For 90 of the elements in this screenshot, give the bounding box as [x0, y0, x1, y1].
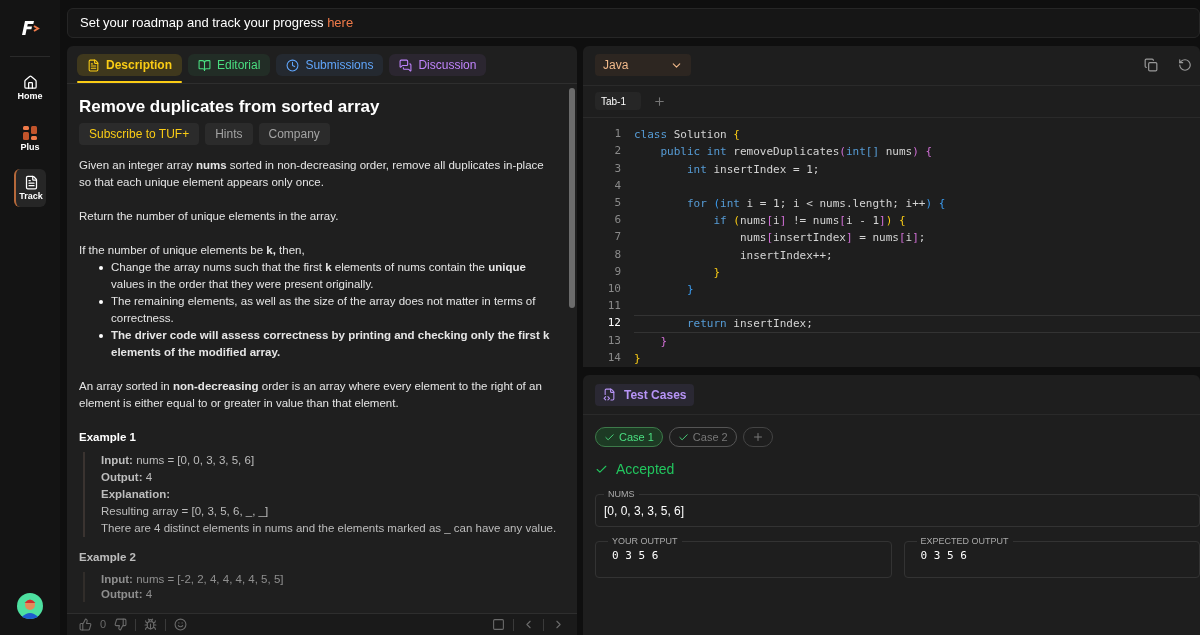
- code-line: }: [685, 283, 694, 296]
- paragraph: If the number of unique elements be k, then,: [79, 243, 306, 259]
- problem-tab[interactable]: Description: [77, 54, 182, 76]
- example-line: Input: nums = [-2, 2, 4, 4, 4, 4, 5, 5]: [101, 572, 285, 588]
- line-number: 12: [606, 315, 621, 332]
- code-line: return insertIndex;: [685, 317, 813, 331]
- thumbs-down-icon[interactable]: [114, 618, 128, 631]
- example-title: Example 1: [79, 430, 137, 446]
- line-number: 11: [606, 298, 621, 315]
- code-line: class Solution {: [634, 128, 740, 142]
- file-icon: [603, 388, 616, 401]
- example-line: Resulting array = [0, 3, 5, 6, _, _]: [101, 504, 270, 520]
- output-label: YOUR OUTPUT: [611, 534, 679, 548]
- code-line: public int removeDuplicates(int[] nums) {: [659, 145, 933, 159]
- test-cases-tab[interactable]: Test Cases: [595, 383, 695, 406]
- avatar[interactable]: [17, 593, 43, 619]
- copy-icon[interactable]: [1144, 58, 1158, 73]
- line-number: 5: [613, 194, 621, 211]
- sidebar-item[interactable]: Home: [14, 69, 46, 107]
- line-number: 14: [606, 349, 621, 366]
- blocks-icon: [22, 124, 38, 141]
- tag-button[interactable]: Company: [258, 123, 330, 146]
- line-number: 7: [613, 229, 621, 246]
- example-line: Output: 4: [101, 470, 154, 486]
- example-title: Example 2: [79, 550, 137, 566]
- document-icon: [87, 58, 100, 72]
- line-number: 10: [606, 281, 621, 297]
- example-line: Explanation:: [101, 487, 171, 503]
- scrollbar-thumb[interactable]: [569, 88, 575, 308]
- verdict-text: Accepted: [616, 460, 675, 479]
- square-icon[interactable]: [492, 618, 505, 631]
- add-tab-icon[interactable]: [653, 94, 666, 108]
- subscribe-button[interactable]: Subscribe to TUF+: [79, 123, 200, 146]
- check-icon: [677, 431, 689, 443]
- tag-button[interactable]: Hints: [205, 123, 253, 146]
- banner-text: Set your roadmap and track your progress: [80, 14, 325, 33]
- like-count: 0: [100, 617, 107, 633]
- sidebar-item[interactable]: Track: [14, 169, 46, 207]
- line-number: 9: [613, 263, 621, 280]
- line-number: 4: [613, 177, 621, 194]
- line-number: 13: [606, 332, 621, 349]
- case-tab[interactable]: Case 1: [595, 427, 663, 447]
- input-label: NUMS: [607, 488, 636, 501]
- language-dropdown[interactable]: Java: [595, 54, 691, 77]
- check-icon: [604, 431, 615, 443]
- output-value: 0 3 5 6: [612, 548, 660, 564]
- problem-title: Remove duplicates from sorted array: [79, 96, 381, 118]
- chat-icon: [399, 58, 413, 72]
- here-link[interactable]: here: [327, 13, 354, 33]
- plus-icon: [751, 431, 764, 443]
- problem-tab[interactable]: Submissions: [276, 54, 384, 76]
- paragraph: An array sorted in non-decreasing order is an array where every element to the right of an element is either equal to or greater in value than that element.: [79, 379, 543, 412]
- bullet-text: The driver code will assess correctness by printing and checking only the first k elements of the modified array.: [111, 328, 551, 361]
- problem-tab[interactable]: Discussion: [389, 54, 487, 76]
- paragraph: Return the number of unique elements in the array.: [79, 209, 340, 225]
- code-line: for (int i = 1; i < nums.length; i++) {: [685, 196, 946, 210]
- input-value: [0, 0, 3, 3, 5, 6]: [604, 502, 686, 520]
- code-line: if (nums[i] != nums[i - 1]) {: [712, 214, 906, 228]
- line-number: 6: [613, 212, 621, 229]
- output-label: EXPECTED OUTPUT: [919, 534, 1010, 548]
- clock-icon: [286, 58, 300, 72]
- example-line: There are 4 distinct elements in nums and the elements marked as _ can have any value.: [101, 521, 557, 537]
- sidebar-item[interactable]: Plus: [14, 119, 46, 157]
- book-icon: [198, 58, 211, 72]
- code-line: nums[insertIndex] = nums[i];: [738, 231, 926, 245]
- check-icon: [595, 463, 608, 476]
- code-line: }: [634, 351, 641, 365]
- bullet-text: The remaining elements, as well as the size of the array does not matter in terms of correctness.: [111, 294, 537, 327]
- output-value: 0 3 5 6: [920, 548, 968, 564]
- editor-tab[interactable]: Tab-1: [595, 92, 641, 111]
- paragraph: Given an integer array nums sorted in non-decreasing order, remove all duplicates in-place so that each unique element appears only once.: [79, 158, 545, 191]
- smile-icon[interactable]: [174, 618, 188, 631]
- example-line: Input: nums = [0, 0, 3, 3, 5, 6]: [101, 453, 256, 469]
- bullet-text: Change the array nums such that the first k elements of nums contain the unique values in the order that they were present originally.: [111, 260, 527, 293]
- line-number: 1: [613, 126, 621, 143]
- code-line: }: [712, 265, 721, 279]
- bug-icon[interactable]: [144, 618, 158, 631]
- home-icon: [22, 75, 38, 90]
- code-line: }: [659, 334, 668, 348]
- logo-icon: [20, 20, 40, 36]
- line-number: 2: [613, 143, 621, 160]
- code-line: int insertIndex = 1;: [685, 162, 820, 176]
- example-line: Output: 4: [101, 587, 154, 603]
- line-number: 8: [613, 246, 621, 263]
- document-icon: [23, 175, 39, 190]
- problem-tab[interactable]: Editorial: [188, 54, 271, 76]
- reset-icon[interactable]: [1178, 58, 1192, 73]
- code-line: insertIndex++;: [738, 248, 833, 262]
- thumbs-up-icon[interactable]: [79, 618, 92, 631]
- line-number: 3: [613, 160, 621, 177]
